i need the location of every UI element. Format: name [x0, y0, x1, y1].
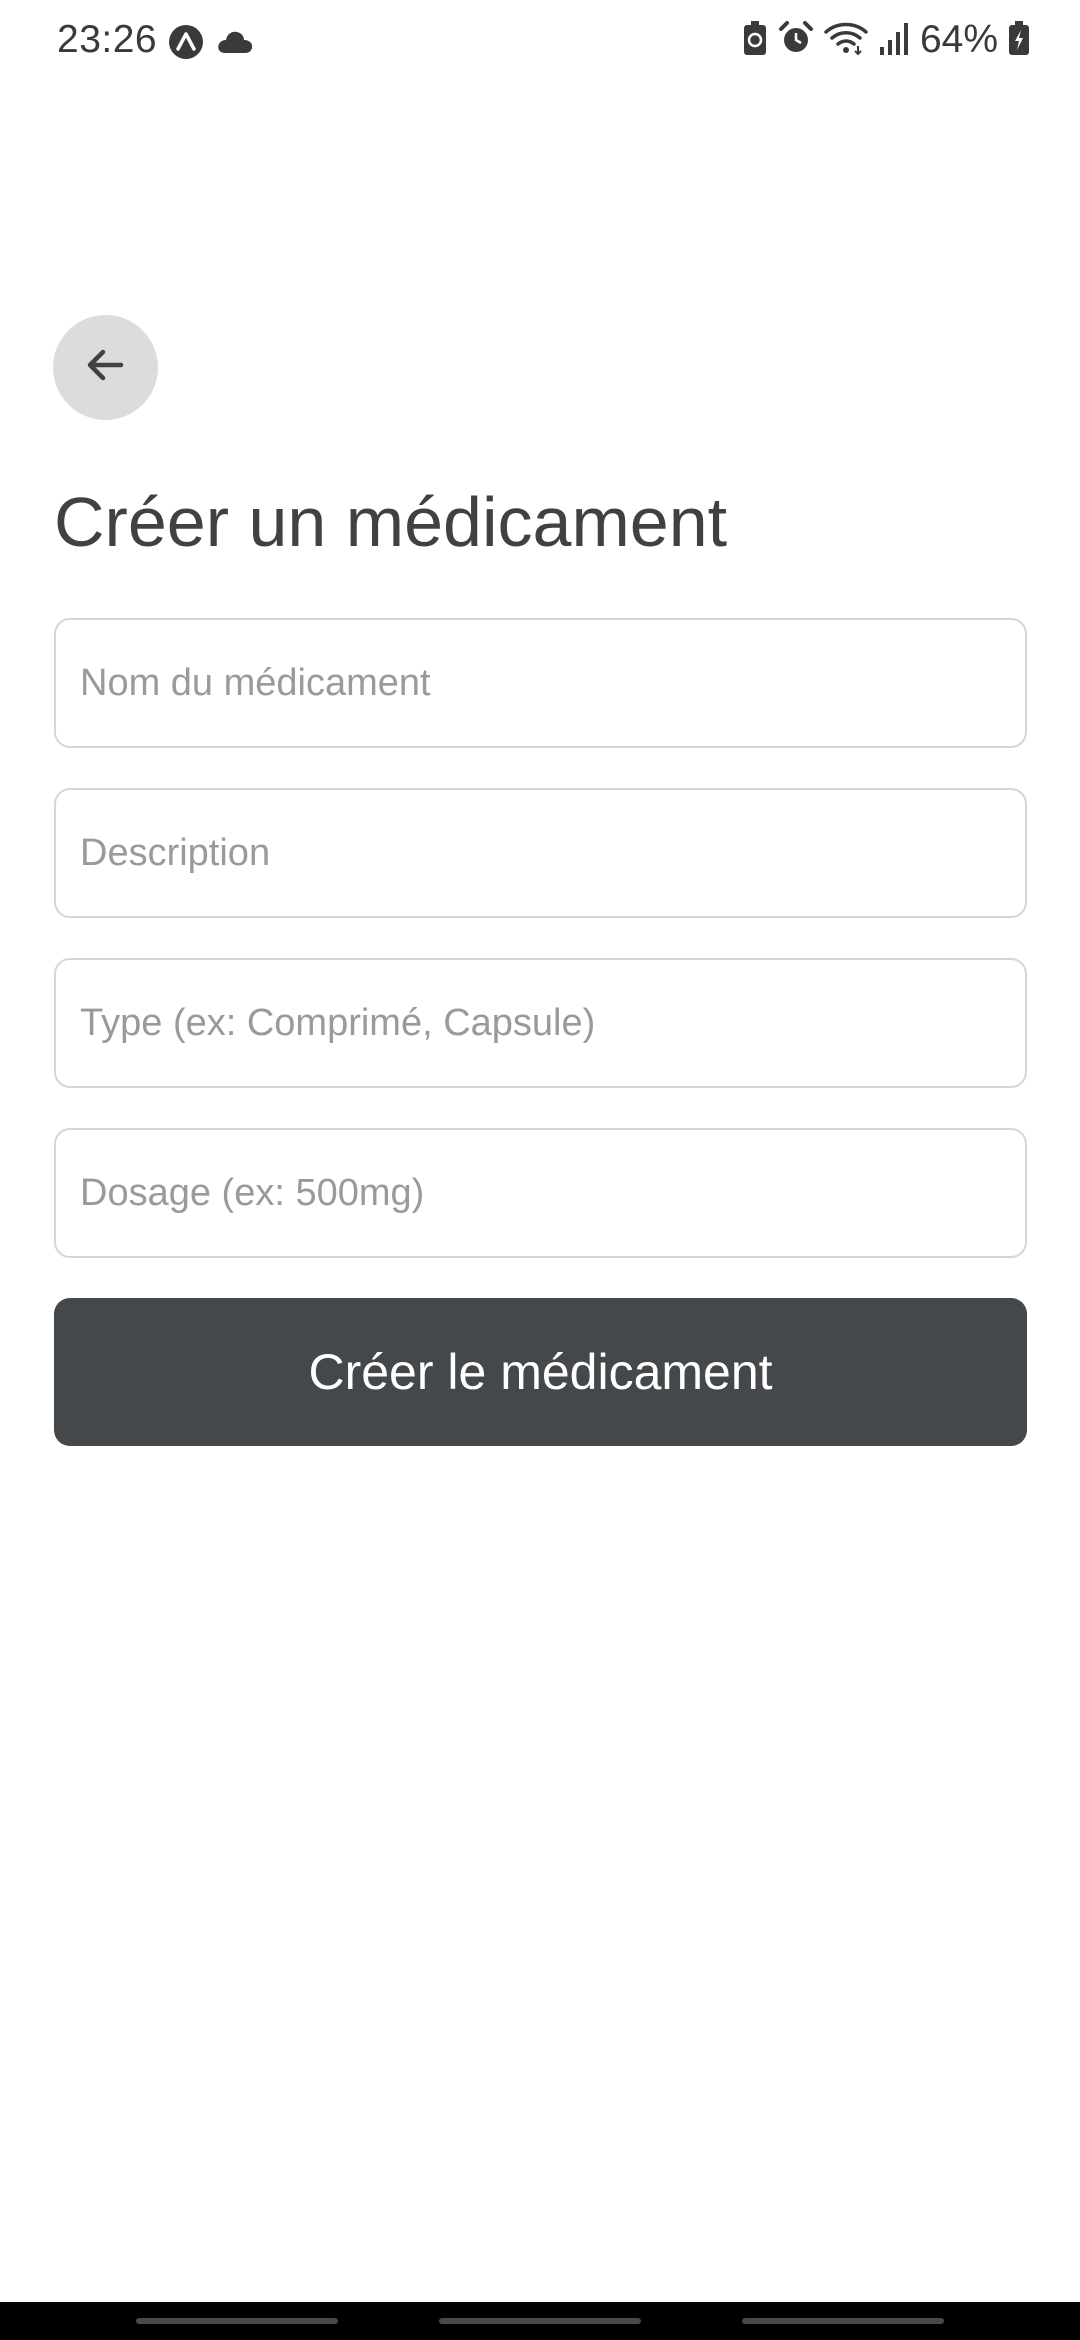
cloud-icon: [216, 29, 254, 60]
medication-form: Créer le médicament: [54, 618, 1027, 1446]
description-input[interactable]: [54, 788, 1027, 918]
arrow-left-icon: [81, 340, 131, 395]
battery-percent: 64%: [919, 18, 998, 61]
nav-gesture-handle-right[interactable]: [742, 2318, 944, 2324]
battery-saver-icon: [742, 20, 768, 61]
navigation-bar: [0, 2302, 1080, 2340]
signal-icon: [878, 21, 910, 60]
expo-icon: [168, 24, 204, 65]
type-input[interactable]: [54, 958, 1027, 1088]
create-medication-button[interactable]: Créer le médicament: [54, 1298, 1027, 1446]
status-left-icons: [168, 24, 254, 65]
back-button[interactable]: [53, 315, 158, 420]
dosage-input[interactable]: [54, 1128, 1027, 1258]
wifi-icon: [824, 20, 868, 61]
medication-name-input[interactable]: [54, 618, 1027, 748]
battery-icon: [1008, 20, 1030, 61]
page-title: Créer un médicament: [54, 483, 728, 561]
alarm-icon: [778, 20, 814, 61]
nav-gesture-handle-center[interactable]: [439, 2318, 641, 2324]
status-time: 23:26: [57, 18, 158, 61]
status-bar: 23:26 64%: [0, 0, 1080, 88]
status-right: 64%: [742, 18, 1030, 62]
nav-gesture-handle-left[interactable]: [136, 2318, 338, 2324]
